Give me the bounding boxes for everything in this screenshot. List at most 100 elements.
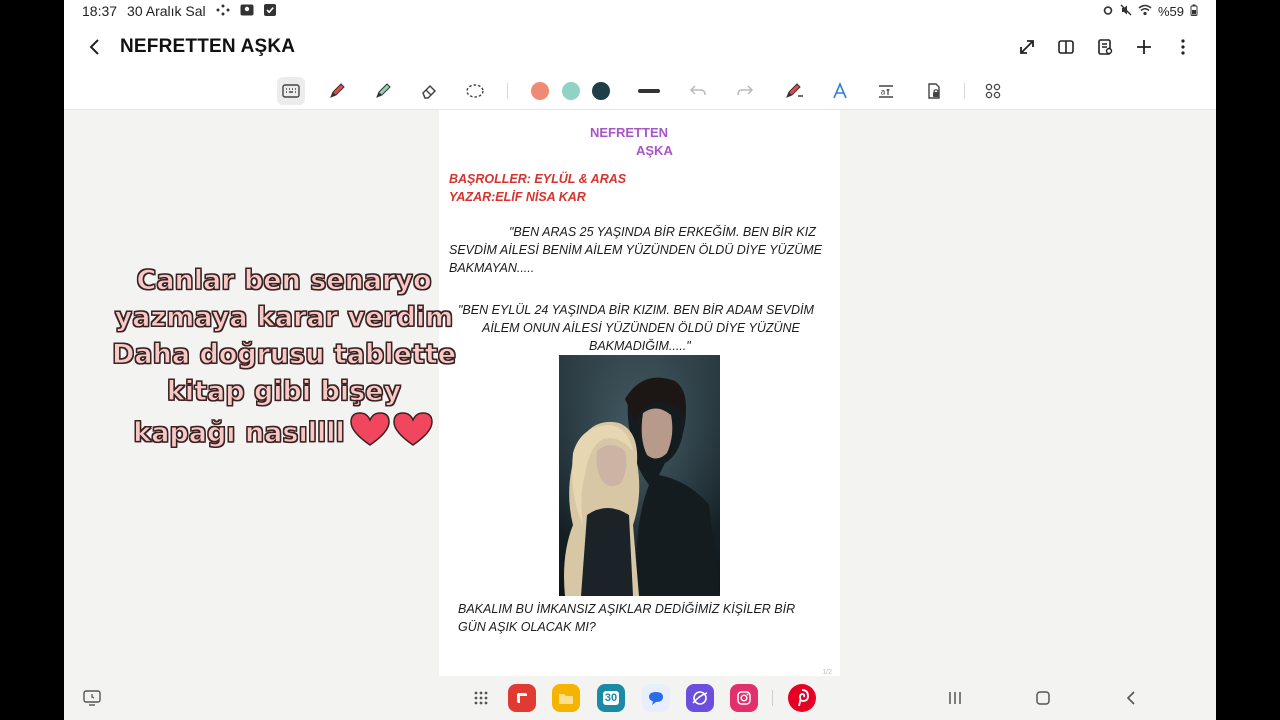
keyboard-tool[interactable] — [277, 77, 305, 105]
chevron-left-icon — [1126, 691, 1135, 705]
messages-app-icon[interactable] — [642, 684, 670, 712]
recents-button[interactable] — [941, 684, 969, 712]
cover-image[interactable] — [559, 355, 720, 596]
more-options-button[interactable] — [1163, 27, 1202, 67]
undo-icon — [689, 85, 706, 96]
note-title[interactable]: NEFRETTEN AŞKA — [120, 36, 295, 58]
calendar-app-icon[interactable]: 30 — [597, 684, 625, 712]
wifi-icon — [1138, 4, 1152, 19]
system-back-button[interactable] — [1117, 684, 1145, 712]
cast-line: BAŞROLLER: EYLÜL & ARAS — [449, 172, 627, 186]
color-swatch-dark-teal[interactable] — [592, 82, 610, 100]
tablet-screen: 18:37 30 Aralık Sal %59 NEFRETTEN AŞKA a… — [64, 0, 1216, 720]
color-swatch-mint[interactable] — [562, 82, 580, 100]
chevron-left-icon — [89, 39, 99, 55]
synopsis-eylul-line3: BAKMADIĞIM....." — [589, 339, 691, 353]
book-view-button[interactable] — [1046, 27, 1085, 67]
flipboard-app-icon[interactable] — [508, 684, 536, 712]
pinterest-app-icon[interactable] — [788, 684, 816, 712]
stroke-width-icon — [638, 89, 660, 93]
home-button[interactable] — [1029, 684, 1057, 712]
apps-grid-icon — [474, 691, 488, 705]
taskbar: 30 — [64, 676, 1216, 720]
page-number: 1/2 — [822, 669, 832, 676]
calendar-day: 30 — [602, 691, 620, 705]
recent-history-icon — [83, 690, 101, 706]
video-caption-overlay: Canlar ben senaryo yazmaya karar verdim … — [64, 262, 504, 458]
plus-icon — [1136, 40, 1151, 54]
synopsis-eylul-line1: "BEN EYLÜL 24 YAŞINDA BİR KIZIM. BEN BİR… — [458, 303, 814, 317]
document-settings-icon — [1097, 39, 1112, 55]
synopsis-aras-line1: "BEN ARAS 25 YAŞINDA BİR ERKEĞİM. BEN Bİ… — [509, 225, 816, 239]
synopsis-aras-line2: SEVDİM AİLESİ BENİM AİLEM YÜZÜNDEN ÖLDÜ … — [449, 243, 822, 257]
alarm-icon — [1102, 4, 1114, 19]
pen-settings-icon — [786, 83, 803, 98]
status-date: 30 Aralık Sal — [127, 3, 206, 19]
back-button[interactable] — [70, 22, 120, 72]
fullscreen-button[interactable] — [1007, 27, 1046, 67]
app-drawer-button[interactable] — [467, 684, 495, 712]
add-button[interactable] — [1124, 27, 1163, 67]
toolbar-divider — [964, 83, 965, 99]
dock-divider — [772, 690, 773, 706]
caption-line: Daha doğrusu tablette — [111, 339, 457, 371]
more-vertical-icon — [1180, 39, 1185, 55]
check-notification-icon — [263, 3, 276, 19]
synopsis-eylul-line2: AİLEM ONUN AİLESİ YÜZÜNDEN ÖLDÜ DİYE YÜZ… — [482, 321, 800, 335]
recents-icon — [949, 692, 961, 704]
page-title-line2: AŞKA — [636, 143, 673, 158]
pen-tool[interactable] — [323, 77, 351, 105]
read-only-tool[interactable] — [920, 77, 948, 105]
highlighter-tool[interactable] — [369, 77, 397, 105]
toolbar-divider — [507, 83, 508, 99]
recent-note-button[interactable] — [78, 684, 106, 712]
dots-icon — [216, 3, 230, 19]
couple-cover-illustration — [559, 355, 720, 596]
mute-icon — [1120, 4, 1132, 19]
caption-line: kitap gibi bişey — [166, 376, 402, 408]
svg-text:a: a — [881, 88, 886, 97]
lock-document-icon — [928, 83, 940, 99]
text-style-icon — [833, 82, 847, 99]
status-time: 18:37 — [82, 3, 118, 19]
author-line: YAZAR:ELİF NİSA KAR — [449, 190, 586, 204]
battery-icon — [1190, 4, 1198, 19]
closing-line1: BAKALIM BU İMKANSIZ AŞIKLAR DEDİĞİMİZ Kİ… — [458, 602, 796, 616]
undo-button[interactable] — [684, 77, 712, 105]
expand-icon — [1019, 40, 1034, 54]
caption-line: kapağı nasıllll — [133, 417, 345, 449]
pen-icon — [330, 83, 345, 98]
lasso-icon — [466, 84, 484, 98]
text-style-tool[interactable] — [826, 77, 854, 105]
book-icon — [1057, 40, 1074, 54]
page-title-line1: NEFRETTEN — [590, 125, 668, 140]
lasso-tool[interactable] — [461, 77, 489, 105]
closing-line2: GÜN AŞIK OLACAK MI? — [458, 620, 596, 634]
gallery-notification-icon — [240, 3, 254, 19]
instagram-app-icon[interactable] — [730, 684, 758, 712]
redo-icon — [737, 85, 754, 96]
eraser-icon — [422, 84, 437, 99]
caption-line: yazmaya karar verdim — [114, 302, 454, 334]
more-tools-button[interactable] — [979, 77, 1007, 105]
battery-level: %59 — [1157, 3, 1184, 19]
home-icon — [1036, 691, 1050, 705]
text-box-icon: a — [879, 85, 893, 98]
stroke-width-tool[interactable] — [635, 77, 663, 105]
keyboard-icon — [282, 84, 300, 98]
grid-icon — [985, 83, 1001, 99]
highlighter-icon — [376, 83, 391, 98]
drawing-toolbar: a — [64, 72, 1216, 110]
pen-settings-tool[interactable] — [780, 77, 808, 105]
redo-button[interactable] — [731, 77, 759, 105]
note-header: NEFRETTEN AŞKA — [64, 22, 1216, 72]
status-bar: 18:37 30 Aralık Sal %59 — [64, 0, 1216, 22]
text-box-tool[interactable]: a — [872, 77, 900, 105]
page-settings-button[interactable] — [1085, 27, 1124, 67]
hearts-icon — [349, 410, 435, 458]
caption-line: Canlar ben senaryo — [136, 265, 432, 297]
color-swatch-coral[interactable] — [531, 82, 549, 100]
internet-app-icon[interactable] — [686, 684, 714, 712]
eraser-tool[interactable] — [415, 77, 443, 105]
files-app-icon[interactable] — [552, 684, 580, 712]
